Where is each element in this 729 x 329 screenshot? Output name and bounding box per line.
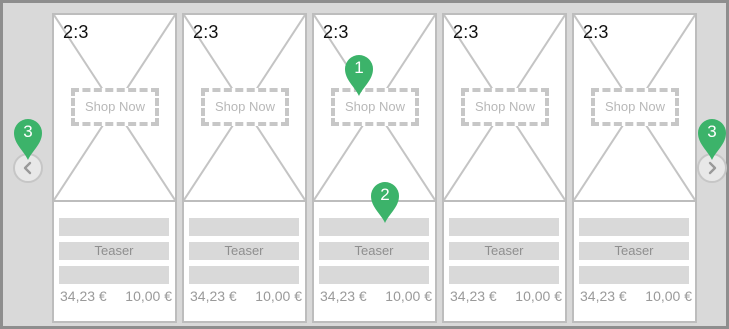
product-image-placeholder: 2:3 Shop Now (444, 15, 565, 200)
chevron-right-icon (708, 161, 717, 175)
annotation-marker-3-left: 3 (12, 117, 44, 161)
price-row: 34,23 € 10,00 € (60, 288, 172, 304)
shop-now-button[interactable]: Shop Now (591, 88, 679, 126)
product-carousel-wireframe: 2:3 Shop Now Teaser 34,23 € 10,00 € 2:3 … (0, 0, 729, 329)
annotation-number: 1 (354, 58, 364, 77)
image-ratio-label: 2:3 (193, 22, 219, 42)
annotation-number: 2 (380, 185, 390, 204)
product-card[interactable]: 2:3 Shop Now Teaser 34,23 € 10,00 € (182, 13, 307, 323)
product-image-placeholder: 2:3 Shop Now (184, 15, 305, 200)
card-divider (444, 200, 565, 202)
sale-price: 10,00 € (125, 288, 172, 304)
price-row: 34,23 € 10,00 € (580, 288, 692, 304)
description-placeholder-bar (189, 266, 299, 284)
teaser-text: Teaser (579, 242, 689, 260)
image-ratio-label: 2:3 (583, 22, 609, 42)
sale-price: 10,00 € (385, 288, 432, 304)
card-divider (574, 200, 695, 202)
price-row: 34,23 € 10,00 € (320, 288, 432, 304)
annotation-marker-1: 1 (343, 53, 375, 97)
image-ratio-label: 2:3 (453, 22, 479, 42)
sale-price: 10,00 € (645, 288, 692, 304)
description-placeholder-bar (449, 266, 559, 284)
annotation-marker-3-right: 3 (696, 117, 728, 161)
image-ratio-label: 2:3 (323, 22, 349, 42)
original-price: 34,23 € (60, 288, 107, 304)
product-card[interactable]: 2:3 Shop Now Teaser 34,23 € 10,00 € (52, 13, 177, 323)
title-placeholder-bar (449, 218, 559, 236)
title-placeholder-bar (189, 218, 299, 236)
chevron-left-icon (23, 161, 32, 175)
product-image-placeholder: 2:3 Shop Now (574, 15, 695, 200)
shop-now-button[interactable]: Shop Now (71, 88, 159, 126)
original-price: 34,23 € (320, 288, 367, 304)
annotation-number: 3 (23, 122, 33, 141)
product-card[interactable]: 2:3 Shop Now Teaser 34,23 € 10,00 € (442, 13, 567, 323)
product-card[interactable]: 2:3 Shop Now Teaser 34,23 € 10,00 € (572, 13, 697, 323)
image-ratio-label: 2:3 (63, 22, 89, 42)
card-divider (184, 200, 305, 202)
product-image-placeholder: 2:3 Shop Now (314, 15, 435, 200)
sale-price: 10,00 € (515, 288, 562, 304)
shop-now-button[interactable]: Shop Now (201, 88, 289, 126)
annotation-marker-2: 2 (369, 180, 401, 224)
description-placeholder-bar (579, 266, 689, 284)
sale-price: 10,00 € (255, 288, 302, 304)
teaser-text: Teaser (189, 242, 299, 260)
title-placeholder-bar (579, 218, 689, 236)
title-placeholder-bar (59, 218, 169, 236)
price-row: 34,23 € 10,00 € (190, 288, 302, 304)
original-price: 34,23 € (580, 288, 627, 304)
description-placeholder-bar (59, 266, 169, 284)
description-placeholder-bar (319, 266, 429, 284)
shop-now-button[interactable]: Shop Now (461, 88, 549, 126)
price-row: 34,23 € 10,00 € (450, 288, 562, 304)
annotation-number: 3 (707, 122, 717, 141)
teaser-text: Teaser (449, 242, 559, 260)
product-image-placeholder: 2:3 Shop Now (54, 15, 175, 200)
teaser-text: Teaser (319, 242, 429, 260)
original-price: 34,23 € (190, 288, 237, 304)
teaser-text: Teaser (59, 242, 169, 260)
original-price: 34,23 € (450, 288, 497, 304)
card-divider (54, 200, 175, 202)
